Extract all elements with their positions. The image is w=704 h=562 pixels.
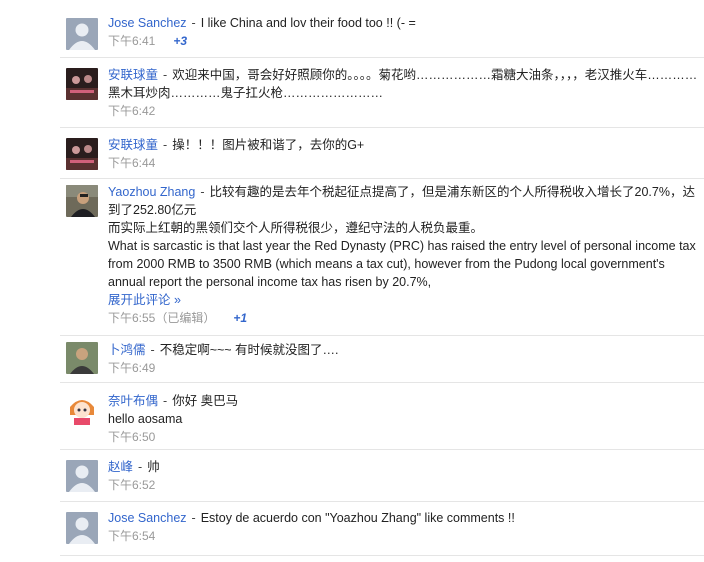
separator: - — [200, 185, 205, 199]
comment-time[interactable]: 下午6:49 — [108, 361, 155, 375]
default-avatar-icon[interactable] — [66, 460, 98, 492]
comment-author[interactable]: 卜鸿儒 — [108, 343, 146, 357]
comment-author[interactable]: Jose Sanchez — [108, 511, 187, 525]
comment-text-line: 而实际上红朝的黑领们交个人所得税很少，遵纪守法的人税负最重。 — [108, 221, 484, 235]
comment-item: Jose Sanchez - I like China and lov their … — [60, 0, 704, 57]
default-avatar-icon[interactable] — [66, 18, 98, 50]
comment-author[interactable]: Yaozhou Zhang — [108, 185, 195, 199]
comment-text: 你好 奥巴马 — [172, 394, 239, 408]
photo-avatar-icon[interactable] — [66, 68, 98, 100]
comment-item: 安联球童 - 欢迎来中国，哥会好好照顾你的。。。。菊花哟………………霜糖大油条，，，… — [60, 57, 704, 127]
separator: - — [163, 68, 168, 82]
separator: - — [163, 394, 168, 408]
separator: - — [150, 343, 155, 357]
comment-item: 赵峰 - 帅 下午6:52 — [60, 449, 704, 501]
comment-text: Estoy de acuerdo con "Yoazhou Zhang" lik… — [200, 511, 515, 525]
comment-author[interactable]: Jose Sanchez — [108, 16, 187, 30]
anime-avatar-icon[interactable] — [66, 393, 98, 425]
comment-text: 操！！！图片被和谐了，去你的G+ — [172, 138, 365, 152]
plus-one-count[interactable]: +3 — [173, 34, 187, 48]
plus-one-count[interactable]: +1 — [233, 311, 247, 325]
comment-item: 奈叶布偶 - 你好 奥巴马 hello aosama 下午6:50 — [60, 382, 704, 449]
comment-item: Yaozhou Zhang - 比较有趣的是去年个税起征点提高了，但是浦东新区的个人… — [60, 178, 704, 335]
comment-item: 安联球童 - 操！！！图片被和谐了，去你的G+ 下午6:44 — [60, 127, 704, 178]
photo-avatar-icon[interactable] — [66, 138, 98, 170]
comment-time[interactable]: 下午6:50 — [108, 430, 155, 444]
comment-text: 欢迎来中国，哥会好好照顾你的。。。。菊花哟………………霜糖大油条，，，，老汉推火… — [108, 68, 698, 100]
comment-author[interactable]: 安联球童 — [108, 138, 158, 152]
separator: - — [191, 16, 196, 30]
default-avatar-icon[interactable] — [66, 512, 98, 544]
separator: - — [138, 460, 143, 474]
comment-time[interactable]: 下午6:52 — [108, 478, 155, 492]
comment-text-line: 比较有趣的是去年个税起征点提高了，但是浦东新区的个人所得税收入增长了20.7%，… — [108, 185, 695, 217]
comment-author[interactable]: 安联球童 — [108, 68, 158, 82]
comment-author[interactable]: 奈叶布偶 — [108, 394, 158, 408]
comment-text-line: hello aosama — [108, 412, 183, 426]
comment-item: 卜鸿儒 - 不稳定啊~~~ 有时候就没图了…. 下午6:49 — [60, 335, 704, 382]
comment-text: I like China and lov their food too !! (… — [200, 16, 416, 30]
comment-time[interactable]: 下午6:55（已编辑） — [108, 311, 215, 325]
comment-author[interactable]: 赵峰 — [108, 460, 133, 474]
comment-time[interactable]: 下午6:41 — [108, 34, 155, 48]
comment-item: Jose Sanchez - Estoy de acuerdo con "Yoazh… — [60, 501, 704, 553]
comment-time[interactable]: 下午6:42 — [108, 104, 155, 118]
expand-comment-link[interactable]: 展开此评论 » — [108, 293, 181, 307]
comment-text: 帅 — [147, 460, 160, 474]
photo-avatar-icon[interactable] — [66, 185, 98, 217]
divider — [60, 555, 704, 556]
separator: - — [163, 138, 168, 152]
separator: - — [191, 511, 196, 525]
comment-text-line: What is sarcastic is that last year the … — [108, 239, 696, 289]
comment-list: Jose Sanchez - I like China and lov their … — [60, 0, 704, 553]
comment-text: 不稳定啊~~~ 有时候就没图了…. — [159, 343, 339, 357]
comment-time[interactable]: 下午6:54 — [108, 529, 155, 543]
photo-avatar-icon[interactable] — [66, 342, 98, 374]
comment-time[interactable]: 下午6:44 — [108, 156, 155, 170]
